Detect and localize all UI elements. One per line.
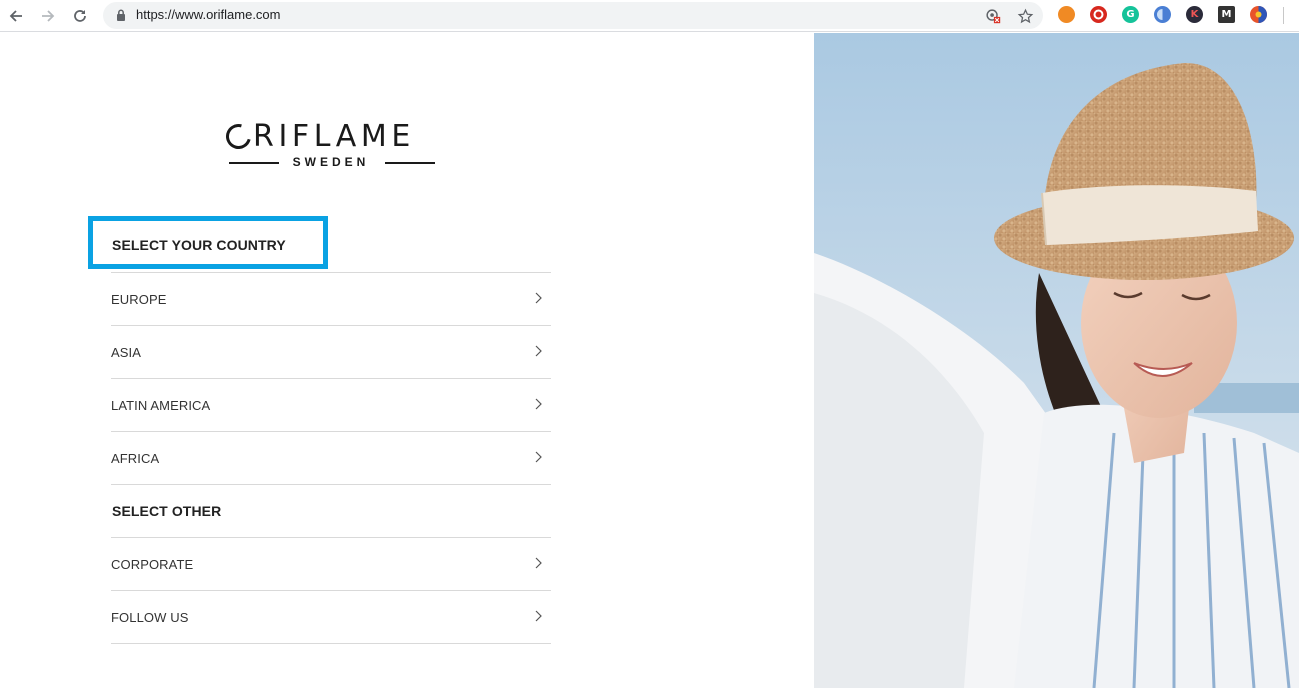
multicolor-extension-icon[interactable] [1250, 6, 1267, 23]
select-other-heading: SELECT OTHER [112, 503, 222, 519]
hero-photo [814, 33, 1299, 688]
m-extension-icon[interactable]: M [1218, 6, 1235, 23]
logo-subtitle: SWEDEN [292, 155, 370, 169]
back-arrow-icon[interactable] [4, 4, 28, 28]
logo-wordmark: RIFLAME [253, 119, 415, 154]
region-item-africa[interactable]: AFRICA [111, 431, 551, 484]
oriflame-logo[interactable]: RIFLAME SWEDEN [221, 119, 436, 171]
link-item-follow-us[interactable]: FOLLOW US [111, 590, 551, 643]
region-item-europe[interactable]: EUROPE [111, 272, 551, 325]
orange-extension-icon[interactable] [1058, 6, 1075, 23]
page: RIFLAME SWEDEN SELECT YOUR COUNTRY EUROP… [0, 33, 1299, 688]
grammarly-extension-icon[interactable]: G [1122, 6, 1139, 23]
list-divider [111, 484, 551, 485]
browser-toolbar: https://www.oriflame.com G K M [0, 0, 1299, 32]
country-selector-panel: RIFLAME SWEDEN SELECT YOUR COUNTRY EUROP… [0, 33, 814, 688]
reload-icon[interactable] [68, 4, 92, 28]
toolbar-divider [1283, 7, 1284, 24]
country-region-list: EUROPE ASIA LATIN AMERICA AFRICA [111, 272, 551, 485]
select-country-heading: SELECT YOUR COUNTRY [112, 237, 286, 253]
lock-icon [117, 9, 125, 21]
k-extension-icon[interactable]: K [1186, 6, 1203, 23]
blue-extension-icon[interactable] [1154, 6, 1171, 23]
region-item-asia[interactable]: ASIA [111, 325, 551, 378]
logo-o-ring [221, 119, 256, 154]
logo-rule-right [385, 162, 435, 164]
url-text: https://www.oriflame.com [136, 7, 281, 22]
red-extension-icon[interactable] [1090, 6, 1107, 23]
chevron-right-icon [535, 292, 542, 304]
logo-rule-left [229, 162, 279, 164]
chevron-right-icon [535, 398, 542, 410]
forward-arrow-icon[interactable] [36, 4, 60, 28]
star-icon[interactable] [1015, 6, 1035, 26]
link-item-corporate[interactable]: CORPORATE [111, 537, 551, 590]
address-bar[interactable]: https://www.oriflame.com [103, 2, 1043, 29]
chevron-right-icon [535, 610, 542, 622]
list-divider [111, 643, 551, 644]
blocked-popup-icon[interactable] [983, 6, 1003, 26]
region-item-latin-america[interactable]: LATIN AMERICA [111, 378, 551, 431]
chevron-right-icon [535, 345, 542, 357]
chevron-right-icon [535, 451, 542, 463]
chevron-right-icon [535, 557, 542, 569]
other-links-list: CORPORATE FOLLOW US [111, 537, 551, 644]
